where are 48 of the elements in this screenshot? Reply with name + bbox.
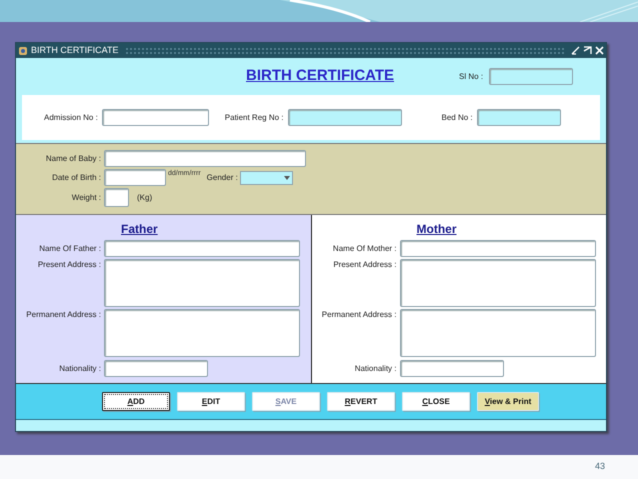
field-label: Sl No : (459, 70, 484, 82)
text-area[interactable] (104, 309, 300, 357)
field-label: Name of Baby : (44, 152, 102, 164)
name-field[interactable] (104, 150, 306, 167)
window-title: BIRTH CERTIFICATE (31, 44, 119, 57)
section-heading: Mother (416, 221, 456, 238)
field-label: Weight : (70, 192, 102, 204)
field-label: Nationality : (354, 362, 398, 374)
input-field[interactable] (102, 109, 209, 126)
field-label: Date of Birth : (51, 172, 102, 184)
date-field[interactable] (104, 169, 166, 186)
input-field[interactable] (288, 109, 402, 126)
field-label: Nationality : (58, 362, 102, 374)
weight-field[interactable] (104, 188, 129, 207)
slide-number: 43 (594, 460, 605, 474)
field-label: Present Address : (36, 259, 102, 271)
form-button[interactable]: EDIT (177, 392, 245, 411)
field-label: Admission No : (44, 112, 98, 124)
serial-field[interactable] (489, 68, 574, 85)
minimize-icon[interactable] (571, 46, 580, 55)
input-field[interactable] (476, 109, 561, 126)
app-icon (18, 46, 28, 56)
form-button[interactable]: REVERT (327, 392, 395, 411)
text-area[interactable] (400, 309, 596, 357)
form-button[interactable]: View & Print (477, 392, 539, 411)
form-button[interactable]: ADD (102, 392, 170, 411)
field-label: Gender : (206, 172, 238, 184)
text-area[interactable] (400, 259, 596, 307)
field-label: Name Of Mother : (332, 242, 398, 254)
field-label: Name Of Father : (38, 242, 102, 254)
maximize-icon[interactable] (583, 46, 592, 55)
close-icon[interactable] (595, 46, 604, 55)
nationality-field[interactable] (104, 360, 208, 377)
field-label: Patient Reg No : (224, 112, 284, 124)
name-field[interactable] (104, 240, 300, 257)
field-label: Permanent Address : (320, 309, 398, 321)
form-title: BIRTH CERTIFICATE (246, 66, 394, 86)
name-field[interactable] (400, 240, 596, 257)
text-area[interactable] (104, 259, 300, 307)
field-label: Present Address : (332, 259, 398, 271)
form-button[interactable]: CLOSE (402, 392, 470, 411)
field-label: Bed No : (442, 112, 473, 124)
nationality-field[interactable] (400, 360, 504, 377)
section-heading: Father (121, 221, 158, 238)
field-label: (Kg) (137, 192, 152, 204)
caret-icon (284, 176, 290, 180)
gender-dropdown[interactable] (240, 170, 293, 184)
field-label: Permanent Address : (25, 309, 102, 321)
